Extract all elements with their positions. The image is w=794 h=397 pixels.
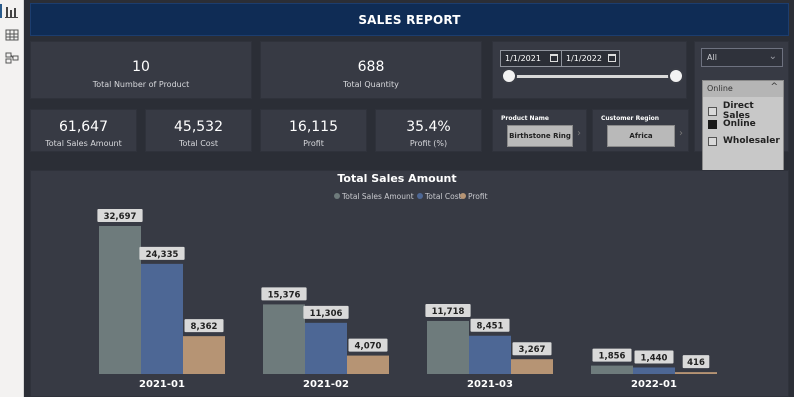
bar-total-cost — [305, 322, 347, 374]
active-view-indicator — [0, 4, 2, 18]
report-title-bar: SALES REPORT — [30, 3, 789, 36]
kpi-total-cost[interactable]: 45,532 Total Cost — [145, 109, 252, 152]
bar-total-sales-amount — [427, 320, 469, 374]
region-slicer: Customer Region Africa › — [592, 109, 689, 152]
model-view-icon[interactable] — [4, 51, 20, 65]
data-label: 1,440 — [641, 353, 668, 363]
product-slicer-header: Product Name — [501, 115, 549, 122]
kpi-value: 45,532 — [174, 119, 223, 135]
data-label: 24,335 — [146, 250, 179, 260]
region-slicer-value[interactable]: Africa — [607, 125, 675, 147]
date-slider-end-handle[interactable] — [668, 68, 684, 84]
bar-total-sales-amount — [263, 304, 305, 374]
data-label: 11,718 — [432, 307, 465, 317]
data-label: 11,306 — [310, 309, 343, 319]
kpi-label: Total Quantity — [343, 80, 399, 89]
bar-profit — [183, 336, 225, 374]
kpi-label: Profit (%) — [409, 139, 448, 148]
channel-option-direct-sales[interactable]: Direct Sales — [708, 101, 783, 121]
kpi-profit[interactable]: 16,115 Profit — [260, 109, 367, 152]
kpi-profit-pct[interactable]: 35.4% Profit (%) — [375, 109, 482, 152]
bar-profit — [347, 355, 389, 374]
region-slicer-header: Customer Region — [601, 115, 660, 122]
kpi-total-quantity[interactable]: 688 Total Quantity — [260, 41, 482, 99]
kpi-label: Total Cost — [178, 139, 218, 148]
chevron-down-icon[interactable]: ⌄ — [769, 51, 777, 62]
channel-dropdown-value: Online — [707, 84, 733, 93]
kpi-label: Total Number of Product — [92, 80, 190, 89]
legend-label: Profit — [468, 192, 488, 201]
bar-total-cost — [469, 335, 511, 374]
option-label: Direct Sales — [722, 101, 754, 121]
bar-total-cost — [633, 367, 675, 374]
total-sales-chart: Total Sales Amount Total Sales Amount Tot… — [97, 172, 717, 390]
calendar-icon[interactable] — [608, 54, 616, 62]
kpi-value: 35.4% — [406, 119, 451, 135]
checkbox[interactable] — [708, 106, 717, 116]
data-label: 15,376 — [268, 290, 301, 300]
chevron-right-icon[interactable]: › — [679, 128, 683, 139]
chart-title: Total Sales Amount — [337, 172, 456, 185]
date-range-slicer: 1/1/2021 1/1/2022 — [492, 41, 687, 99]
legend-marker — [417, 193, 423, 199]
data-label: 32,697 — [104, 212, 137, 222]
start-date-input[interactable]: 1/1/2021 — [500, 50, 562, 67]
channel-dropdown-header[interactable]: Online ^ — [703, 81, 783, 97]
x-axis-tick-label: 2022-01 — [631, 379, 677, 390]
sales-chart-panel: Total Sales Amount Total Sales Amount Tot… — [30, 170, 789, 397]
chart-legend: Total Sales Amount Total Cost Profit — [334, 192, 488, 201]
end-date-input[interactable]: 1/1/2022 — [561, 50, 620, 67]
bar-profit — [511, 359, 553, 374]
kpi-label: Profit — [303, 139, 324, 148]
data-view-icon[interactable] — [4, 28, 20, 42]
x-axis-tick-label: 2021-01 — [139, 379, 185, 390]
data-label: 8,451 — [477, 322, 504, 332]
option-label: Online — [723, 119, 756, 129]
date-slider-track[interactable] — [509, 75, 677, 78]
product-slicer: Product Name Birthstone Ring › — [492, 109, 587, 152]
bar-profit — [675, 372, 717, 374]
data-label: 416 — [687, 358, 705, 368]
data-label: 3,267 — [519, 345, 546, 355]
date-slider-start-handle[interactable] — [501, 68, 517, 84]
channel-option-wholesaler[interactable]: Wholesaler — [708, 136, 780, 146]
bar-total-cost — [141, 263, 183, 374]
data-label: 1,856 — [599, 352, 626, 362]
chevron-up-icon[interactable]: ^ — [770, 82, 778, 92]
kpi-value: 688 — [357, 59, 385, 75]
view-rail — [0, 0, 24, 397]
legend-label: Total Sales Amount — [341, 192, 414, 201]
checkbox[interactable] — [708, 136, 717, 146]
kpi-total-sales[interactable]: 61,647 Total Sales Amount — [30, 109, 137, 152]
start-date-value: 1/1/2021 — [505, 54, 541, 63]
filter-dropdown[interactable]: All ⌄ — [701, 48, 783, 67]
data-label: 4,070 — [355, 342, 382, 352]
checkbox-checked[interactable] — [708, 119, 717, 129]
end-date-value: 1/1/2022 — [566, 54, 602, 63]
filter-dropdown-value: All — [707, 53, 717, 62]
bar-total-sales-amount — [99, 226, 141, 374]
kpi-total-products[interactable]: 10 Total Number of Product — [30, 41, 252, 99]
data-label: 8,362 — [191, 322, 218, 332]
legend-marker — [460, 193, 466, 199]
kpi-value: 10 — [132, 59, 150, 75]
kpi-value: 16,115 — [289, 119, 338, 135]
chevron-right-icon[interactable]: › — [577, 128, 581, 139]
report-view-icon[interactable] — [4, 5, 20, 19]
legend-marker — [334, 193, 340, 199]
product-slicer-value[interactable]: Birthstone Ring — [507, 125, 573, 147]
option-label: Wholesaler — [723, 136, 780, 146]
kpi-value: 61,647 — [59, 119, 108, 135]
page-title: SALES REPORT — [358, 12, 461, 27]
x-axis-tick-label: 2021-02 — [303, 379, 349, 390]
x-axis-tick-label: 2021-03 — [467, 379, 513, 390]
legend-label: Total Cost — [424, 192, 462, 201]
kpi-label: Total Sales Amount — [45, 139, 122, 148]
calendar-icon[interactable] — [550, 54, 558, 62]
channel-option-online[interactable]: Online — [708, 119, 756, 129]
bar-total-sales-amount — [591, 365, 633, 374]
chart-bars: 32,697 24,335 8,362 2021-01 15,376 11,306 4,07… — [97, 209, 717, 390]
